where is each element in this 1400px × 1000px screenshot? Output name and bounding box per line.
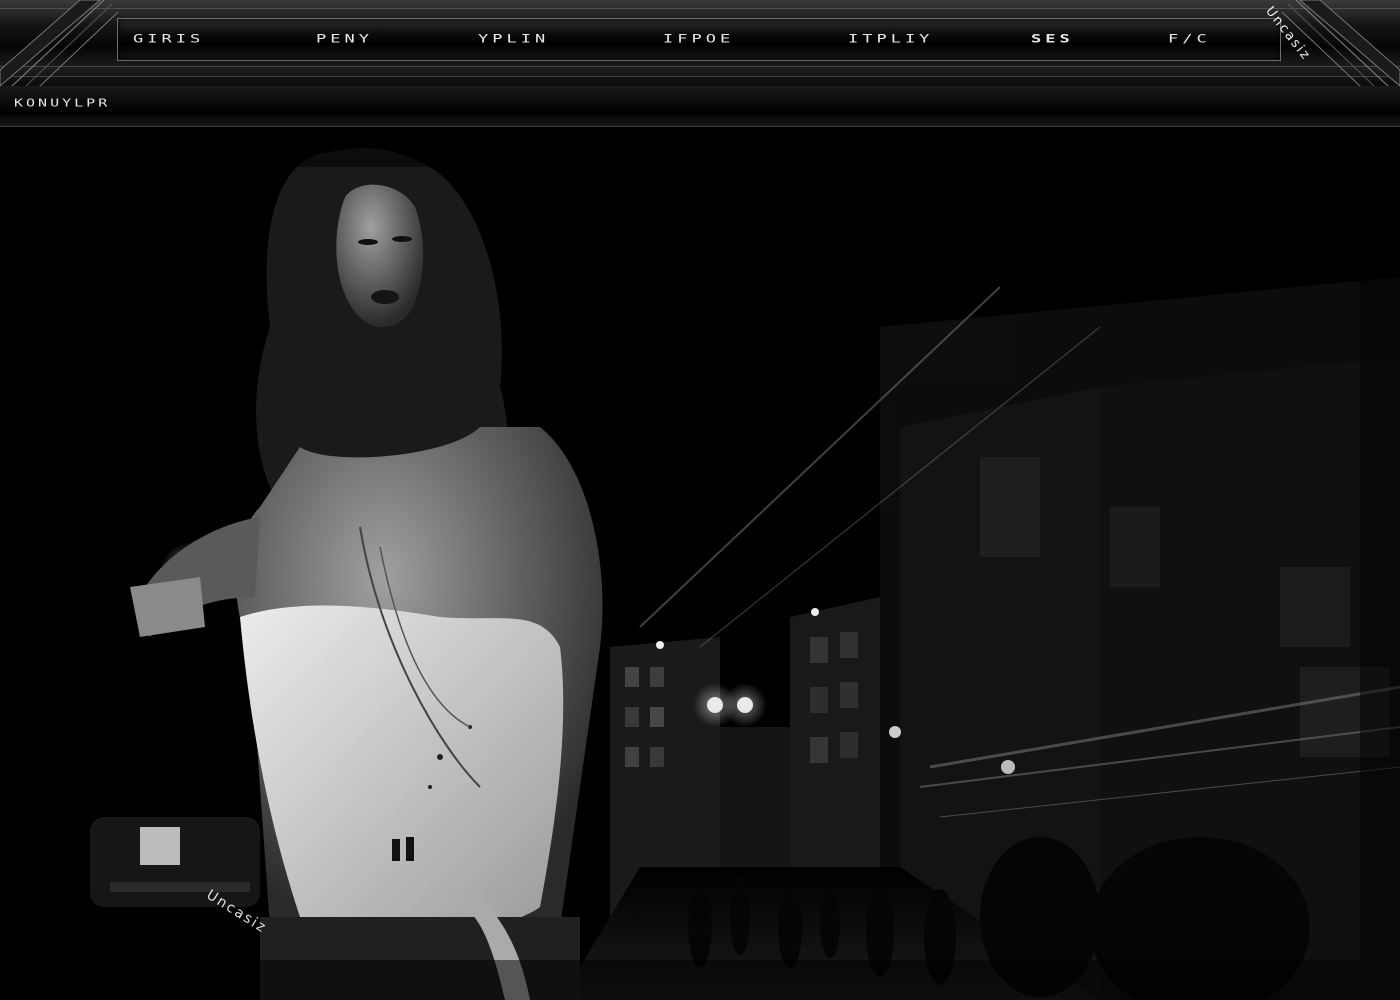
- sub-bar: KONUYLPR: [0, 86, 1400, 127]
- hero-scene: Uncasiz: [0, 127, 1400, 1000]
- nav-item-peny[interactable]: PENY: [316, 31, 373, 46]
- left-corner-ornament: [0, 0, 119, 86]
- nav-item-ifpoe[interactable]: IFPOE: [663, 31, 734, 46]
- nav-item-yplin[interactable]: YPLIN: [478, 31, 549, 46]
- nav-item-fc[interactable]: F/C: [1168, 31, 1211, 46]
- hero-image: [0, 127, 1400, 1000]
- car-left: [90, 817, 260, 907]
- nav-item-ses[interactable]: SES: [1031, 31, 1074, 46]
- main-nav: GIRIS PENY YPLIN IFPOE ITPLIY SES F/C: [117, 18, 1281, 61]
- section-title: KONUYLPR: [14, 96, 111, 110]
- nav-item-giris[interactable]: GIRIS: [133, 31, 204, 46]
- nav-item-itpliy[interactable]: ITPLIY: [848, 31, 933, 46]
- top-frame: GIRIS PENY YPLIN IFPOE ITPLIY SES F/C Un…: [0, 0, 1400, 87]
